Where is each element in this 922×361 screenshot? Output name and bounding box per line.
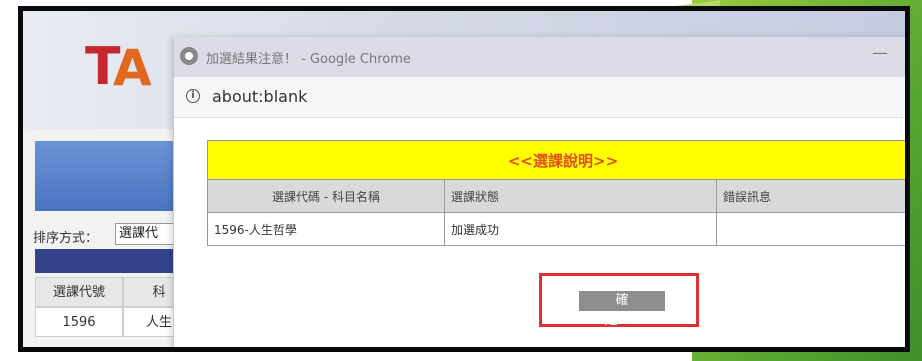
background-table-bar [35,249,195,273]
url-text: about:blank [212,87,308,106]
cell-course: 1596-人生哲學 [207,212,445,246]
chrome-popup-window: 加選結果注意！ - Google Chrome — i about:blank … [173,37,905,347]
background-blue-banner [35,141,195,211]
col-header-error: 錯誤訊息 [716,179,905,213]
cell-status: 加選成功 [444,212,717,246]
chrome-icon [180,47,198,65]
university-logo: TA [85,37,152,97]
background-col-header-code: 選課代號 [35,277,123,307]
minimize-button[interactable]: — [872,43,888,62]
sort-label: 排序方式： [33,231,99,246]
table-row: 1596-人生哲學 加選成功 [207,212,905,246]
address-bar: i about:blank [174,77,905,118]
background-cell-code: 1596 [35,307,123,337]
popup-content: <<選課說明>> 選課代碼 - 科目名稱 選課狀態 錯誤訊息 1596-人生哲學… [174,118,905,347]
window-title: 加選結果注意！ - Google Chrome [206,52,411,67]
confirm-highlight-box: 確定 [539,273,699,328]
window-titlebar: 加選結果注意！ - Google Chrome — [174,37,905,77]
cell-error [716,212,905,246]
result-table-title: <<選課說明>> [207,140,905,180]
course-result-table: <<選課說明>> 選課代碼 - 科目名稱 選課狀態 錯誤訊息 1596-人生哲學… [207,140,905,246]
col-header-status: 選課狀態 [444,179,717,213]
col-header-course: 選課代碼 - 科目名稱 [207,179,445,213]
confirm-button[interactable]: 確定 [579,291,665,328]
screenshot-frame: TA 排序方式： 選課代 選課代號 科 1596 人生 加選結果注意！ - Go… [18,6,910,352]
info-icon[interactable]: i [186,89,200,103]
